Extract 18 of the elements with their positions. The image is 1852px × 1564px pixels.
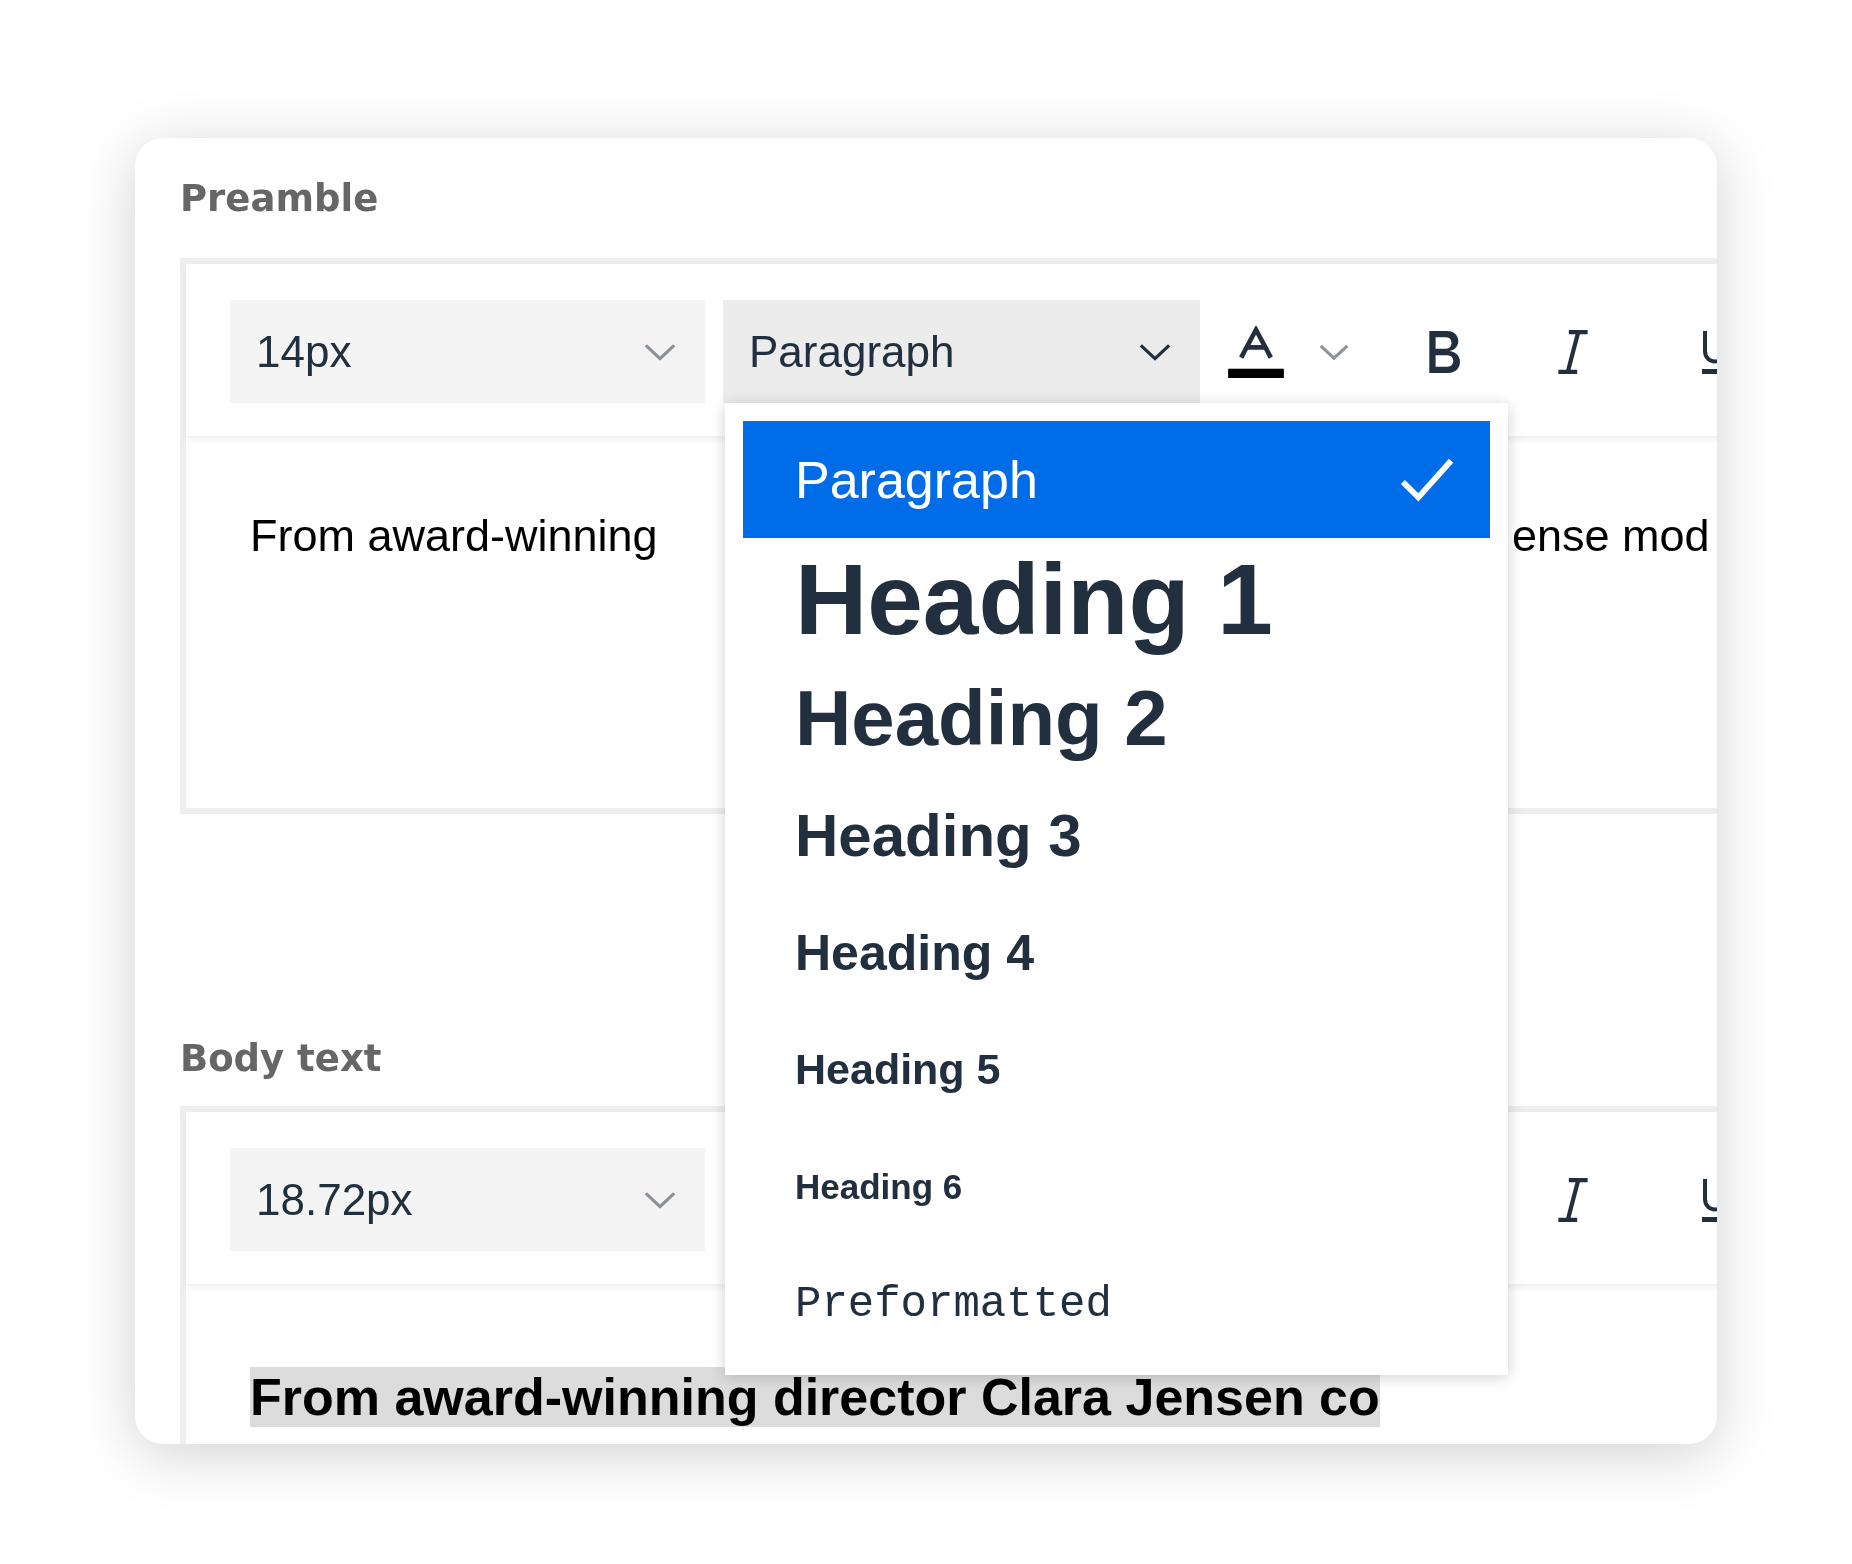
format-menu-item[interactable]: Paragraph xyxy=(743,421,1490,538)
checkmark-icon xyxy=(1400,456,1454,503)
text-color-icon[interactable] xyxy=(1228,325,1284,378)
body-text: From award-winning xyxy=(250,509,658,563)
format-menu-item[interactable]: Heading 1 xyxy=(743,538,1490,660)
field-label: Preamble xyxy=(180,176,379,222)
body-text: ense mod xyxy=(1512,509,1710,563)
font-size-select[interactable]: 14px xyxy=(230,300,705,403)
font-size-select[interactable]: 18.72px xyxy=(230,1148,705,1251)
format-menu-item[interactable]: Preformatted xyxy=(743,1245,1490,1362)
body-text: From award-winning director Clara Jensen co xyxy=(250,1367,1380,1427)
format-menu-item[interactable]: Heading 3 xyxy=(743,777,1490,894)
format-menu-item[interactable]: Heading 4 xyxy=(743,894,1490,1011)
block-format-select[interactable]: Paragraph xyxy=(723,300,1200,403)
field-label: Body text xyxy=(180,1036,382,1082)
format-menu-item[interactable]: Heading 2 xyxy=(743,660,1490,777)
format-menu-item[interactable]: Heading 5 xyxy=(743,1011,1490,1128)
format-menu-item[interactable]: Heading 6 xyxy=(743,1128,1490,1245)
